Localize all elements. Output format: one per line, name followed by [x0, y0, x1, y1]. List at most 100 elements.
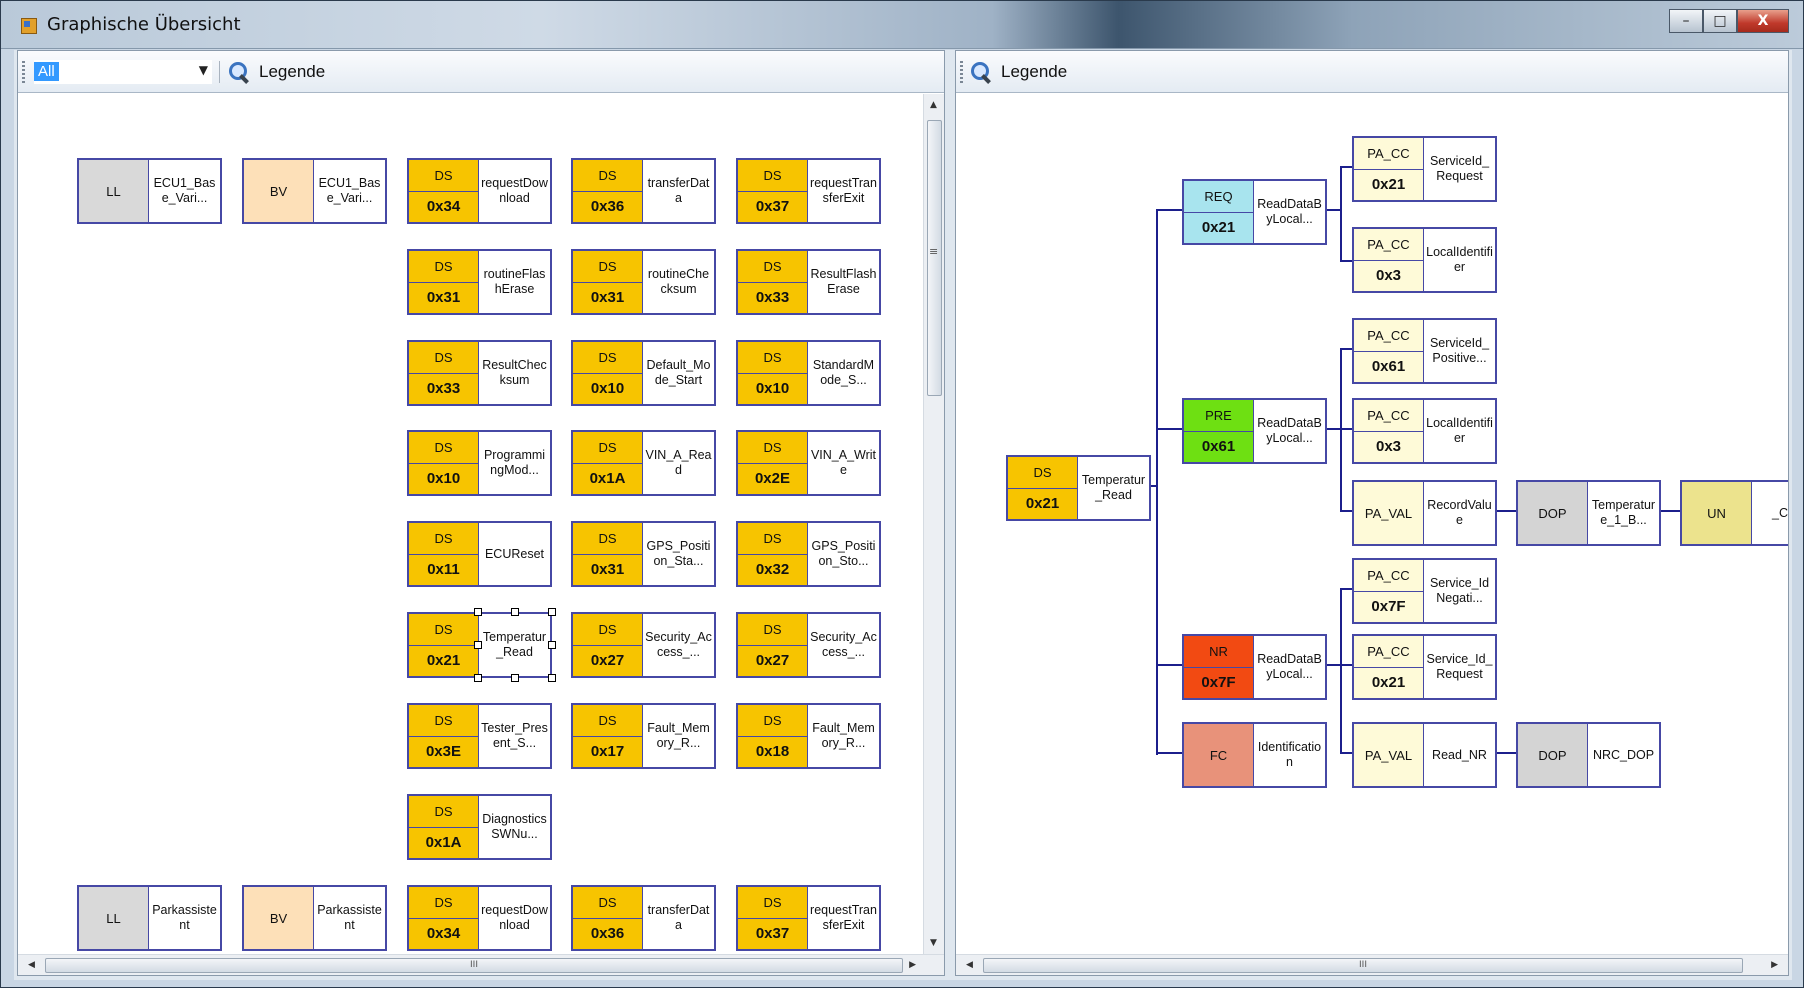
diagram-node-ds[interactable]: DS 0x18 Fault_Memory_R...: [736, 703, 881, 769]
diagram-node-ds[interactable]: DS 0x31 GPS_Position_Sta...: [571, 521, 716, 587]
node-type-cell: DS 0x34: [409, 887, 479, 949]
node-type-label: DS: [434, 803, 453, 819]
selection-handle[interactable]: [511, 674, 519, 682]
diagram-node-dop[interactable]: DOP Temperature_1_B...: [1516, 480, 1661, 546]
diagram-node-ds[interactable]: DS 0x36 transferData: [571, 885, 716, 951]
selection-handle[interactable]: [548, 674, 556, 682]
node-type-label: DS: [598, 349, 617, 365]
diagram-node-ds[interactable]: DS 0x27 Security_Access_...: [571, 612, 716, 678]
diagram-node-pa-cc[interactable]: PA_CC 0x61 ServiceId_Positive...: [1352, 318, 1497, 384]
node-code-label: 0x21: [409, 644, 478, 677]
diagram-node-ds[interactable]: DS 0x34 requestDownload: [407, 158, 552, 224]
close-button[interactable]: X: [1737, 9, 1789, 33]
diagram-node-ds[interactable]: DS 0x10 Default_Mode_Start: [571, 340, 716, 406]
diagram-node-pa-cc[interactable]: PA_CC 0x21 Service_Id_Request: [1352, 634, 1497, 700]
diagram-node-ds[interactable]: DS 0x37 requestTransferExit: [736, 158, 881, 224]
scroll-right-icon[interactable]: ▶: [1771, 960, 1778, 970]
diagram-node-dop[interactable]: DOP NRC_DOP: [1516, 722, 1661, 788]
diagram-node-bv[interactable]: BV Parkassistent: [242, 885, 387, 951]
detail-tree-canvas[interactable]: DS 0x21 Temperatur_Read REQ 0x21 ReadDataByLo…: [956, 94, 1788, 954]
horizontal-scroll-thumb[interactable]: III: [45, 958, 903, 973]
diagram-node-req[interactable]: REQ 0x21 ReadDataByLocal...: [1182, 179, 1327, 245]
diagram-node-pa-val[interactable]: PA_VAL Read_NR: [1352, 722, 1497, 788]
diagram-node-pa-cc[interactable]: PA_CC 0x21 ServiceId_Request: [1352, 136, 1497, 202]
scroll-up-icon[interactable]: ▲: [930, 100, 937, 110]
diagram-node-ds[interactable]: DS 0x1A DiagnosticsSWNu...: [407, 794, 552, 860]
magnifier-icon: [228, 61, 250, 83]
scroll-down-icon[interactable]: ▼: [930, 938, 937, 948]
scroll-right-icon[interactable]: ▶: [909, 960, 916, 970]
diagram-node-pa-cc[interactable]: PA_CC 0x3 LocalIdentifier: [1352, 398, 1497, 464]
magnifier-icon: [970, 61, 992, 83]
selection-handle[interactable]: [474, 641, 482, 649]
diagram-node-ds[interactable]: DS 0x34 requestDownload: [407, 885, 552, 951]
node-name-label: Parkassistent: [152, 903, 217, 932]
node-type-cell: DS 0x33: [738, 251, 808, 313]
node-type-cell: PA_CC 0x21: [1354, 138, 1424, 200]
node-type-label: DS: [763, 439, 782, 455]
vertical-scroll-thumb[interactable]: ≡: [927, 120, 942, 396]
node-type-label: LL: [106, 183, 121, 199]
legend-button-left[interactable]: Legende: [228, 57, 325, 87]
dropdown-arrow-icon[interactable]: ▼: [199, 63, 208, 77]
diagram-node-ds[interactable]: DS 0x31 routineFlashErase: [407, 249, 552, 315]
diagram-node-pre[interactable]: PRE 0x61 ReadDataByLocal...: [1182, 398, 1327, 464]
right-horizontal-scrollbar[interactable]: ◀ III ▶: [956, 954, 1788, 975]
diagram-node-ds[interactable]: DS 0x10 StandardMode_S...: [736, 340, 881, 406]
diagram-node-ds[interactable]: DS 0x17 Fault_Memory_R...: [571, 703, 716, 769]
selection-handle[interactable]: [511, 608, 519, 616]
diagram-node-ds[interactable]: DS 0x32 GPS_Position_Sto...: [736, 521, 881, 587]
minimize-button[interactable]: –: [1669, 9, 1703, 33]
node-type-cell: DS 0x18: [738, 705, 808, 767]
diagram-node-nr[interactable]: NR 0x7F ReadDataByLocal...: [1182, 634, 1327, 700]
maximize-button[interactable]: □: [1703, 9, 1737, 33]
diagram-node-ds[interactable]: DS 0x33 ResultFlashErase: [736, 249, 881, 315]
diagram-node-pa-val[interactable]: PA_VAL RecordValue: [1352, 480, 1497, 546]
node-type-label: UN: [1707, 505, 1726, 521]
node-type-label: PRE: [1205, 407, 1232, 423]
toolbar-grip[interactable]: [960, 61, 963, 83]
diagram-node-ds[interactable]: DS 0x33 ResultChecksum: [407, 340, 552, 406]
left-horizontal-scrollbar[interactable]: ◀ III ▶: [18, 954, 944, 975]
diagram-node-ds[interactable]: DS 0x11 ECUReset: [407, 521, 552, 587]
diagram-node-ds[interactable]: DS 0x2E VIN_A_Write: [736, 430, 881, 496]
node-type-cell: DS 0x34: [409, 160, 479, 222]
diagram-node-bv[interactable]: BV ECU1_Base_Vari...: [242, 158, 387, 224]
node-code-label: 0x34: [409, 917, 478, 950]
scroll-left-icon[interactable]: ◀: [966, 960, 973, 970]
node-type-cell: DS 0x27: [738, 614, 808, 676]
diagram-node-ds[interactable]: DS 0x1A VIN_A_Read: [571, 430, 716, 496]
title-bar[interactable]: Graphische Übersicht – □ X: [1, 1, 1803, 49]
diagram-node-ll[interactable]: LL Parkassistent: [77, 885, 222, 951]
diagram-node-un[interactable]: UN _C: [1680, 480, 1788, 546]
node-type-label: REQ: [1184, 181, 1253, 212]
diagram-node-ll[interactable]: LL ECU1_Base_Vari...: [77, 158, 222, 224]
selection-handle[interactable]: [474, 608, 482, 616]
diagram-node-ds[interactable]: DS 0x37 requestTransferExit: [736, 885, 881, 951]
diagram-node-ds[interactable]: DS 0x21 Temperatur_Read: [1006, 455, 1151, 521]
diagram-node-pa-cc[interactable]: PA_CC 0x3 LocalIdentifier: [1352, 227, 1497, 293]
diagram-node-ds[interactable]: DS 0x3E Tester_Present_S...: [407, 703, 552, 769]
horizontal-scroll-thumb[interactable]: III: [983, 958, 1743, 973]
overview-canvas[interactable]: LL ECU1_Base_Vari... BV ECU1_Base_Vari... DS…: [18, 94, 924, 954]
diagram-node-fc[interactable]: FC Identification: [1182, 722, 1327, 788]
node-code-label: 0x7F: [1354, 590, 1423, 623]
left-toolbar: All ▼ Legende: [18, 51, 944, 93]
node-code-label: 0x2E: [738, 462, 807, 495]
toolbar-grip[interactable]: [22, 61, 25, 83]
node-type-cell: DS 0x3E: [409, 705, 479, 767]
diagram-node-ds[interactable]: DS 0x36 transferData: [571, 158, 716, 224]
filter-dropdown[interactable]: All ▼: [34, 60, 212, 84]
left-vertical-scrollbar[interactable]: ▲ ≡ ▼: [923, 94, 944, 954]
scroll-left-icon[interactable]: ◀: [28, 960, 35, 970]
selection-handle[interactable]: [548, 641, 556, 649]
selection-handle[interactable]: [548, 608, 556, 616]
node-type-cell: PA_VAL: [1354, 482, 1424, 544]
selection-handle[interactable]: [474, 674, 482, 682]
diagram-node-ds[interactable]: DS 0x10 ProgrammingMod...: [407, 430, 552, 496]
diagram-node-ds[interactable]: DS 0x27 Security_Access_...: [736, 612, 881, 678]
legend-button-right[interactable]: Legende: [970, 57, 1067, 87]
diagram-node-pa-cc[interactable]: PA_CC 0x7F Service_IdNegati...: [1352, 558, 1497, 624]
diagram-node-ds[interactable]: DS 0x31 routineChecksum: [571, 249, 716, 315]
node-type-cell: PA_CC 0x7F: [1354, 560, 1424, 622]
